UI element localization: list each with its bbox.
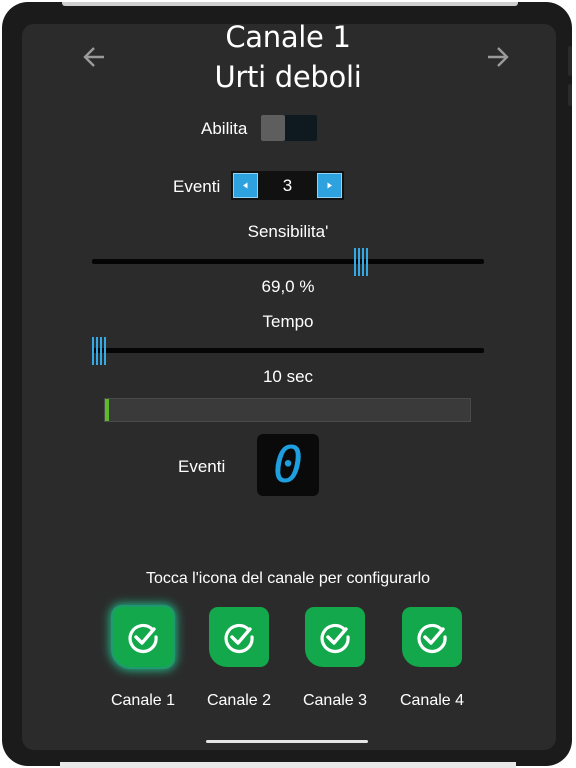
triangle-right-icon xyxy=(327,182,332,189)
events-counter-label: Eventi xyxy=(178,457,226,476)
channel-3-button[interactable] xyxy=(305,607,365,667)
sensitivity-slider-thumb[interactable] xyxy=(353,248,371,276)
channel-3-label: Canale 3 xyxy=(302,692,368,709)
status-bar xyxy=(62,2,518,6)
check-circle-icon xyxy=(320,623,350,653)
time-value: 10 sec xyxy=(262,367,314,386)
time-slider-track[interactable] xyxy=(92,348,484,353)
enable-label: Abilita xyxy=(201,119,248,138)
events-stepper-value: 3 xyxy=(282,176,293,195)
events-stepper-label: Eventi xyxy=(173,177,221,196)
sensitivity-slider-track[interactable] xyxy=(92,259,484,264)
channel-1-label: Canale 1 xyxy=(110,692,176,709)
time-slider-thumb[interactable] xyxy=(91,337,109,365)
channel-2-label: Canale 2 xyxy=(206,692,272,709)
decrement-button[interactable] xyxy=(233,173,258,198)
events-stepper: 3 xyxy=(231,171,344,200)
home-indicator xyxy=(206,740,368,743)
sensitivity-label: Sensibilita' xyxy=(247,222,329,241)
arrow-right-icon[interactable] xyxy=(484,44,510,70)
channel-2-button[interactable] xyxy=(209,607,269,667)
bottom-edge xyxy=(60,762,516,768)
events-counter-display: 0 xyxy=(257,434,319,496)
channel-hint: Tocca l'icona del canale per configurarl… xyxy=(145,570,431,587)
arrow-left-icon[interactable] xyxy=(82,44,108,70)
triangle-left-icon xyxy=(243,182,248,189)
check-circle-icon xyxy=(224,623,254,653)
enable-toggle[interactable] xyxy=(261,115,317,141)
events-counter-digit: 0 xyxy=(272,436,304,494)
progress-bar xyxy=(104,398,471,422)
sensitivity-value: 69,0 % xyxy=(261,277,315,296)
progress-fill xyxy=(105,399,109,421)
toggle-knob xyxy=(261,115,285,141)
increment-button[interactable] xyxy=(317,173,342,198)
time-label: Tempo xyxy=(262,312,314,331)
channel-1-button[interactable] xyxy=(113,607,173,667)
channel-4-label: Canale 4 xyxy=(399,692,465,709)
check-circle-icon xyxy=(417,623,447,653)
channel-4-button[interactable] xyxy=(402,607,462,667)
check-circle-icon xyxy=(128,623,158,653)
